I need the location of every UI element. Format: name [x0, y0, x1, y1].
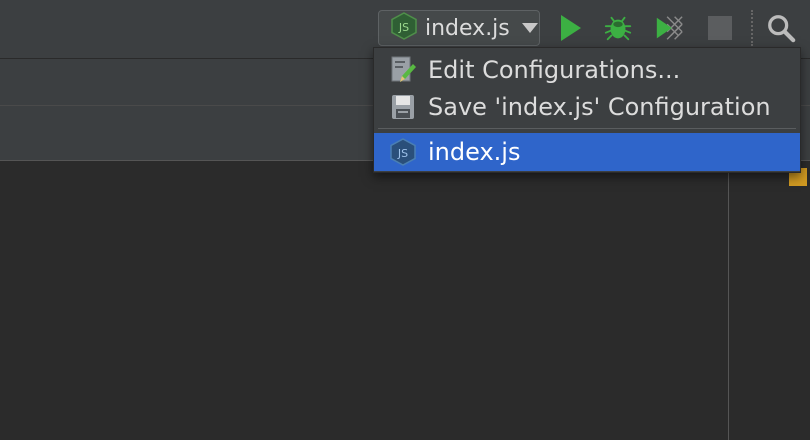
search-everywhere-button[interactable]: [766, 12, 796, 44]
save-icon: [390, 92, 416, 122]
debug-icon: [604, 16, 632, 41]
menu-item-label: Save 'index.js' Configuration: [428, 93, 771, 121]
edit-configurations-icon: [390, 55, 416, 85]
run-icon: [561, 15, 581, 41]
menu-item-label: Edit Configurations...: [428, 56, 681, 84]
nodejs-icon: JS: [390, 137, 416, 167]
coverage-icon: [656, 16, 683, 40]
menu-separator: [378, 128, 796, 129]
editor-right-gutter: [728, 161, 810, 440]
menu-item-save-configuration[interactable]: Save 'index.js' Configuration: [374, 88, 800, 126]
run-with-coverage-button[interactable]: [654, 12, 684, 44]
stop-button[interactable]: [705, 12, 735, 44]
search-icon: [768, 15, 796, 43]
run-configuration-label: index.js: [425, 15, 510, 41]
menu-item-index-js-selected[interactable]: JS index.js: [374, 133, 800, 171]
debug-button[interactable]: [603, 12, 633, 44]
toolbar-separator: [751, 10, 753, 46]
stop-icon: [708, 16, 732, 40]
run-button[interactable]: [555, 12, 585, 44]
menu-item-edit-configurations[interactable]: Edit Configurations...: [374, 51, 800, 89]
chevron-down-icon: [521, 23, 538, 33]
editor-area[interactable]: [0, 161, 728, 440]
svg-text:JS: JS: [397, 147, 408, 160]
menu-item-label: index.js: [428, 138, 521, 166]
run-configuration-popup: Edit Configurations... Save 'index.js' C…: [373, 47, 801, 173]
run-configuration-selector[interactable]: JS index.js: [378, 10, 540, 46]
nodejs-icon: JS: [391, 12, 417, 44]
svg-text:JS: JS: [398, 21, 409, 34]
